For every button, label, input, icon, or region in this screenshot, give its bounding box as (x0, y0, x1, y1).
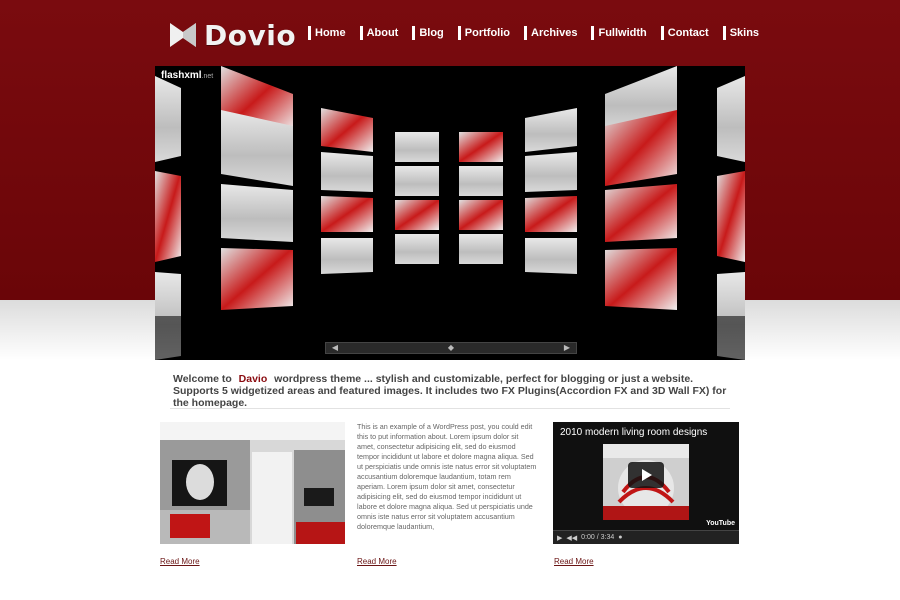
nav-contact[interactable]: Contact (660, 26, 709, 40)
nav-blog[interactable]: Blog (412, 26, 444, 40)
slider-prev-icon[interactable]: ◀ (328, 343, 342, 353)
play-icon[interactable] (628, 462, 664, 488)
nav-fullwidth[interactable]: Fullwidth (591, 26, 647, 40)
welcome-brand: Davio (238, 373, 268, 385)
read-more-link-3[interactable]: Read More (554, 557, 594, 566)
nav-about[interactable]: About (359, 26, 398, 40)
site-name: Dovio (204, 18, 297, 52)
welcome-text: Welcome to Davio wordpress theme ... sty… (173, 373, 727, 409)
nav-skins[interactable]: Skins (722, 26, 759, 40)
post-thumbnail[interactable] (160, 422, 345, 544)
logo-icon (170, 23, 196, 47)
read-more-link-1[interactable]: Read More (160, 557, 200, 566)
youtube-logo: YouTube (706, 520, 735, 527)
video-controls: ▶ ◀◀ 0:00 / 3:34 ● (553, 530, 739, 544)
flashxml-badge: flashxml.net (161, 70, 214, 81)
slider-thumb-icon[interactable]: ◆ (444, 343, 458, 353)
video-time: 0:00 / 3:34 (581, 534, 615, 541)
progress-knob-icon[interactable]: ● (618, 534, 622, 541)
play-control-icon[interactable]: ▶ (557, 534, 562, 542)
video-player[interactable]: 2010 modern living room designs YouTube … (553, 422, 739, 544)
post-excerpt: This is an example of a WordPress post, … (357, 422, 537, 531)
3d-wall-slider[interactable]: flashxml.net ◀ ◆ ▶ (155, 66, 745, 360)
gallery-wall (155, 66, 745, 360)
content-divider (170, 408, 730, 409)
nav-archives[interactable]: Archives (524, 26, 577, 40)
room-image (160, 422, 345, 544)
main-nav: Home About Blog Portfolio Archives Fullw… (308, 26, 773, 40)
read-more-link-2[interactable]: Read More (357, 557, 397, 566)
rewind-icon[interactable]: ◀◀ (566, 534, 577, 542)
site-logo[interactable]: Dovio (170, 18, 296, 52)
slider-next-icon[interactable]: ▶ (560, 343, 574, 353)
nav-portfolio[interactable]: Portfolio (457, 26, 510, 40)
nav-home[interactable]: Home (308, 26, 346, 40)
slider-scrollbar[interactable]: ◀ ◆ ▶ (325, 342, 577, 354)
